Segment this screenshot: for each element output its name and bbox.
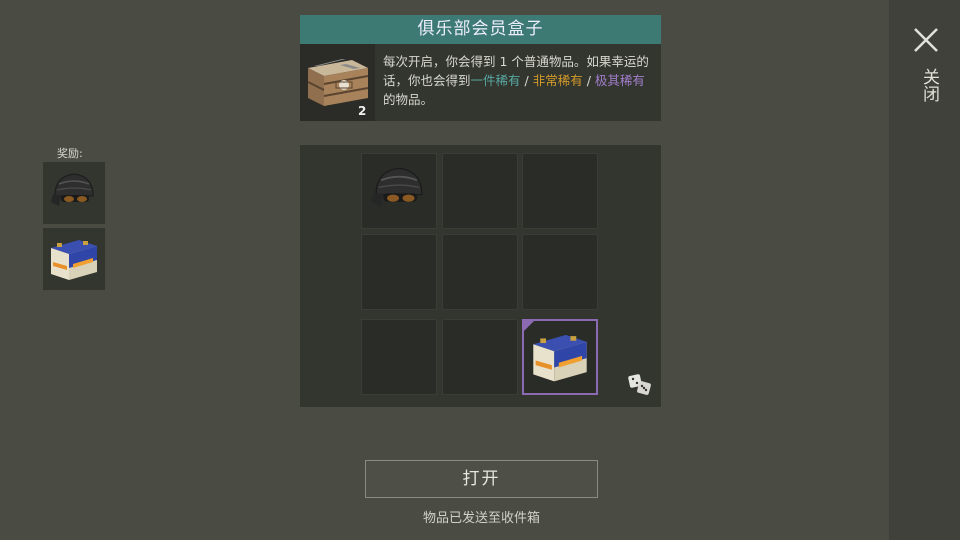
rarity-very-rare: 非常稀有 [532,73,583,88]
box-count: 2 [358,104,367,118]
reward-slot[interactable] [43,162,105,224]
rarity-extremely-rare: 极其稀有 [594,73,645,88]
grid-cell[interactable] [522,234,598,310]
open-button[interactable]: 打开 [365,460,598,498]
helmet-with-goggles-icon [371,167,423,207]
grid-cell[interactable] [442,319,518,395]
grid-cell[interactable] [522,153,598,229]
grid-cell[interactable] [361,153,437,229]
description-text-end: 的物品。 [383,92,434,107]
helmet-with-goggles-icon [51,173,94,206]
car-battery-icon [51,240,97,280]
grid-cell[interactable] [361,234,437,310]
rarity-separator: / [582,73,595,88]
rewards-label: 奖励: [57,147,83,160]
rarity-rare: 一件稀有 [470,73,521,88]
close-button[interactable]: 关闭 [915,68,939,102]
grid-cell[interactable] [442,234,518,310]
box-description: 每次开启，你会得到 1 个普通物品。如果幸运的话，你也会得到一件稀有 / 非常稀… [383,52,657,109]
rarity-corner-marker [524,321,534,331]
status-text: 物品已发送至收件箱 [422,511,540,526]
grid-cell[interactable] [442,153,518,229]
box-title: 俱乐部会员盒子 [300,15,661,44]
dice-icon[interactable] [627,372,653,398]
rarity-separator: / [520,73,533,88]
car-battery-icon [533,334,587,382]
close-icon[interactable] [912,26,940,54]
grid-cell-rare[interactable] [522,319,598,395]
grid-cell[interactable] [361,319,437,395]
reward-slot[interactable] [43,228,105,290]
